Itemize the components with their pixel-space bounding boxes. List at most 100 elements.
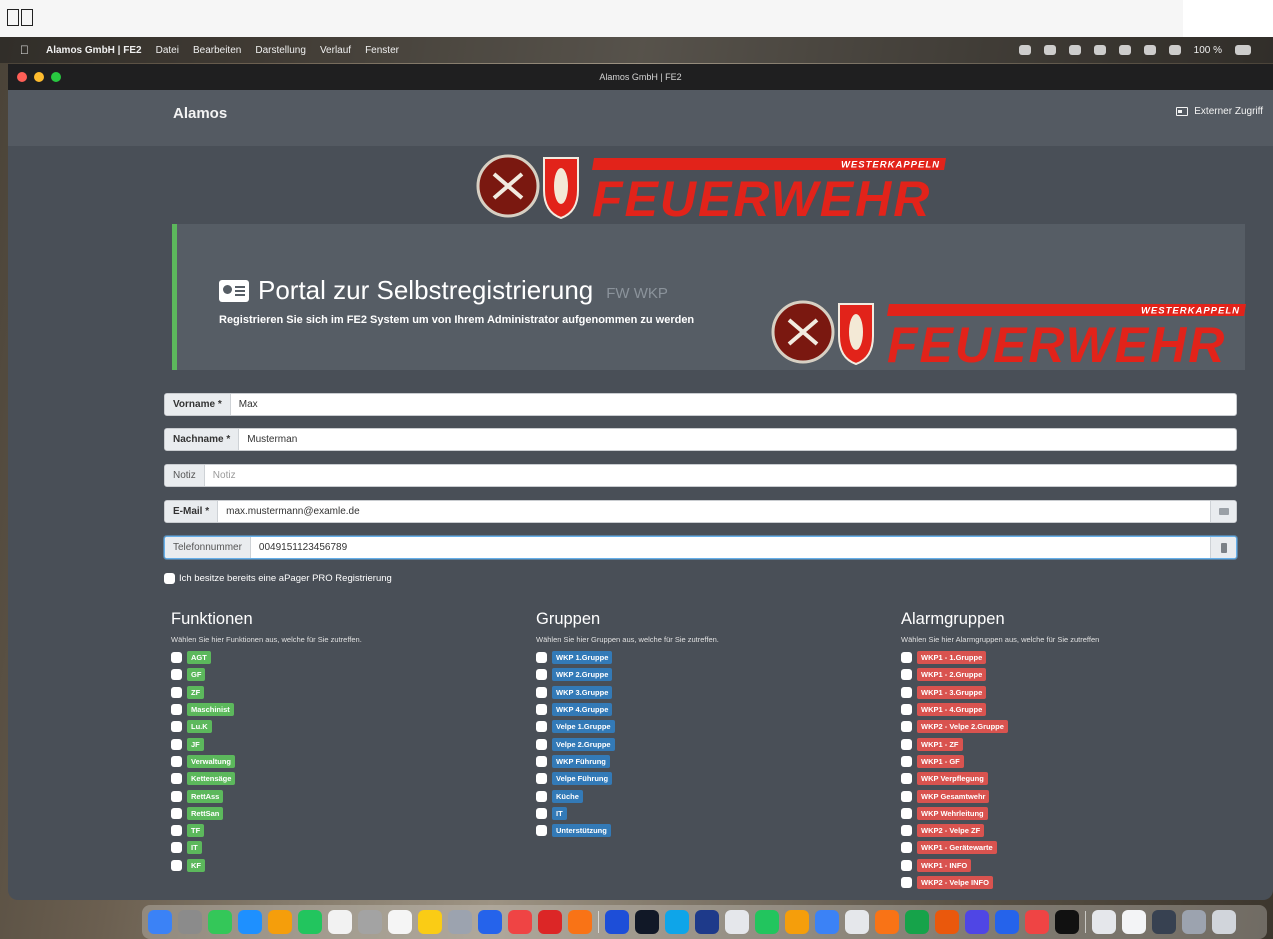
group-option[interactable]: Velpe 2.Gruppe <box>536 735 719 752</box>
battery-icon[interactable] <box>1235 45 1251 55</box>
window-thumbnail-icon[interactable] <box>1152 910 1176 934</box>
zoom-window-button[interactable] <box>51 72 61 82</box>
alarm-group-option[interactable]: WKP Gesamtwehr <box>901 787 1099 804</box>
group-checkbox[interactable] <box>536 704 547 716</box>
function-checkbox[interactable] <box>171 842 182 854</box>
launchpad-icon[interactable] <box>178 910 202 934</box>
alarm-group-checkbox[interactable] <box>901 755 912 767</box>
group-option[interactable]: WKP 4.Gruppe <box>536 701 719 718</box>
whatsapp-icon[interactable] <box>755 910 779 934</box>
alarm-group-checkbox[interactable] <box>901 738 912 750</box>
alarm-group-checkbox[interactable] <box>901 669 912 681</box>
close-window-button[interactable] <box>17 72 27 82</box>
menu-bearbeiten[interactable]: Bearbeiten <box>193 45 241 56</box>
group-checkbox[interactable] <box>536 652 547 664</box>
alarm-group-option[interactable]: WKP1 - 4.Gruppe <box>901 701 1099 718</box>
group-option[interactable]: WKP 1.Gruppe <box>536 649 719 666</box>
alarm-group-option[interactable]: WKP1 - 1.Gruppe <box>901 649 1099 666</box>
battery-percentage[interactable]: 100 % <box>1194 45 1222 56</box>
messages-icon[interactable] <box>208 910 232 934</box>
app-icon[interactable] <box>995 910 1019 934</box>
status-icon[interactable] <box>1143 45 1156 55</box>
menu-app-name[interactable]: Alamos GmbH | FE2 <box>46 45 142 56</box>
alarm-group-option[interactable]: WKP2 - Velpe ZF <box>901 822 1099 839</box>
cloud-icon[interactable] <box>1043 45 1056 55</box>
alarm-group-checkbox[interactable] <box>901 704 912 716</box>
apager-checkbox[interactable] <box>164 573 175 584</box>
email-field[interactable]: E-Mail * max.mustermann@examle.de <box>164 500 1237 523</box>
app-icon[interactable] <box>695 910 719 934</box>
powershell-icon[interactable] <box>665 910 689 934</box>
function-option[interactable]: KF <box>171 857 362 874</box>
group-option[interactable]: Velpe 1.Gruppe <box>536 718 719 735</box>
app-store-icon[interactable] <box>478 910 502 934</box>
photos-icon[interactable] <box>268 910 292 934</box>
contacts-icon[interactable] <box>358 910 382 934</box>
last-name-field[interactable]: Nachname * Musterman <box>164 428 1237 451</box>
group-option[interactable]: Küche <box>536 787 719 804</box>
last-name-input[interactable]: Musterman <box>239 429 1236 450</box>
app-icon[interactable] <box>935 910 959 934</box>
alarm-group-option[interactable]: WKP1 - Gerätewarte <box>901 839 1099 856</box>
alarm-group-option[interactable]: WKP2 - Velpe 2.Gruppe <box>901 718 1099 735</box>
document-icon[interactable] <box>1092 910 1116 934</box>
facetime-icon[interactable] <box>298 910 322 934</box>
terminal-icon[interactable] <box>635 910 659 934</box>
function-option[interactable]: JF <box>171 735 362 752</box>
function-option[interactable]: ZF <box>171 684 362 701</box>
function-checkbox[interactable] <box>171 738 182 750</box>
function-option[interactable]: IT <box>171 839 362 856</box>
status-icon[interactable] <box>1093 45 1106 55</box>
alarm-group-checkbox[interactable] <box>901 877 912 888</box>
brave-icon[interactable] <box>1025 910 1049 934</box>
group-checkbox[interactable] <box>536 773 547 785</box>
group-checkbox[interactable] <box>536 807 547 819</box>
function-checkbox[interactable] <box>171 859 182 871</box>
phone-input[interactable]: 0049151123456789 <box>251 537 1210 558</box>
menu-datei[interactable]: Datei <box>156 45 179 56</box>
notes-icon[interactable] <box>418 910 442 934</box>
function-option[interactable]: GF <box>171 666 362 683</box>
status-icon[interactable] <box>1068 45 1081 55</box>
group-option[interactable]: WKP Führung <box>536 753 719 770</box>
sublime-text-icon[interactable] <box>875 910 899 934</box>
alarm-group-checkbox[interactable] <box>901 807 912 819</box>
app-icon[interactable] <box>538 910 562 934</box>
window-thumbnail-icon[interactable] <box>1182 910 1206 934</box>
app-icon[interactable] <box>815 910 839 934</box>
alarm-group-option[interactable]: WKP1 - GF <box>901 753 1099 770</box>
apager-checkbox-row[interactable]: Ich besitze bereits eine aPager PRO Regi… <box>164 573 392 584</box>
reminders-icon[interactable] <box>388 910 412 934</box>
settings-icon[interactable] <box>448 910 472 934</box>
group-checkbox[interactable] <box>536 738 547 750</box>
function-checkbox[interactable] <box>171 790 182 802</box>
function-option[interactable]: RettAss <box>171 787 362 804</box>
function-checkbox[interactable] <box>171 721 182 733</box>
alarm-group-option[interactable]: WKP2 - Velpe INFO <box>901 874 1099 891</box>
function-checkbox[interactable] <box>171 773 182 785</box>
chrome-icon[interactable] <box>508 910 532 934</box>
email-input[interactable]: max.mustermann@examle.de <box>218 501 1210 522</box>
document-icon[interactable] <box>1122 910 1146 934</box>
minimize-window-button[interactable] <box>34 72 44 82</box>
group-option[interactable]: Unterstützung <box>536 822 719 839</box>
group-checkbox[interactable] <box>536 669 547 681</box>
alarm-group-checkbox[interactable] <box>901 842 912 854</box>
group-checkbox[interactable] <box>536 755 547 767</box>
function-option[interactable]: AGT <box>171 649 362 666</box>
status-icon[interactable] <box>1118 45 1131 55</box>
alarm-group-option[interactable]: WKP1 - 2.Gruppe <box>901 666 1099 683</box>
group-checkbox[interactable] <box>536 686 547 698</box>
status-icon[interactable] <box>1168 45 1181 55</box>
alarm-group-option[interactable]: WKP1 - 3.Gruppe <box>901 684 1099 701</box>
chatgpt-icon[interactable] <box>725 910 749 934</box>
function-checkbox[interactable] <box>171 669 182 681</box>
alarm-group-checkbox[interactable] <box>901 825 912 837</box>
function-checkbox[interactable] <box>171 686 182 698</box>
first-name-field[interactable]: Vorname * Max <box>164 393 1237 416</box>
menu-fenster[interactable]: Fenster <box>365 45 399 56</box>
group-option[interactable]: Velpe Führung <box>536 770 719 787</box>
brand-logo[interactable]: Alamos <box>173 105 227 122</box>
alarm-group-option[interactable]: WKP Verpflegung <box>901 770 1099 787</box>
function-checkbox[interactable] <box>171 825 182 837</box>
